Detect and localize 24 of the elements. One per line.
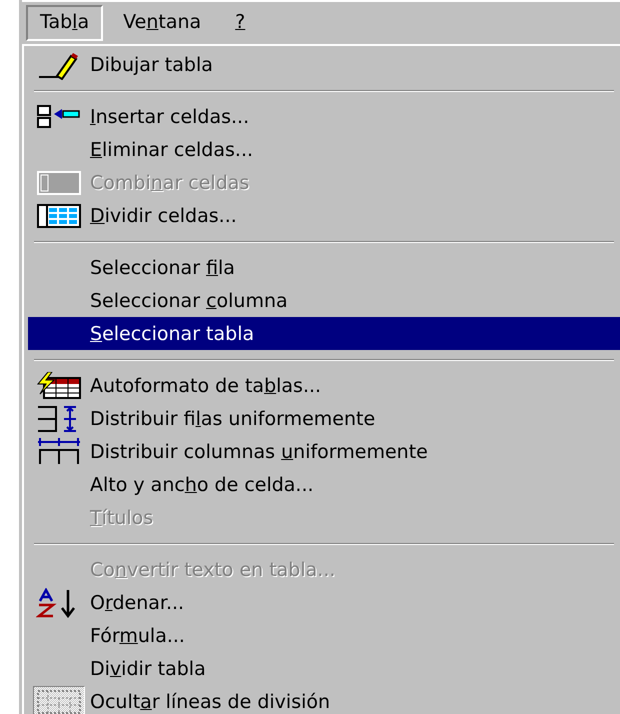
- menu-bar-item[interactable]: ?: [221, 5, 260, 41]
- menu-item[interactable]: Distribuir columnas uniformemente: [28, 435, 620, 468]
- merge-cells-icon: [36, 170, 82, 196]
- menu-item[interactable]: Autoformato de tablas...: [28, 369, 620, 402]
- gridlines-icon: [36, 688, 82, 714]
- menu-item[interactable]: Fórmula...: [28, 619, 620, 652]
- menu-item[interactable]: Eliminar celdas...: [28, 133, 620, 166]
- menu-bar-item[interactable]: Tabla: [26, 5, 104, 41]
- insert-cells-icon: [36, 104, 82, 130]
- menu-item[interactable]: Ocultar líneas de división: [28, 685, 620, 714]
- menu-item[interactable]: Dividir tabla: [28, 652, 620, 685]
- menu-item[interactable]: Dibujar tabla: [28, 48, 620, 81]
- split-cells-icon: [36, 202, 82, 228]
- menu-item[interactable]: Distribuir filas uniformemente: [28, 402, 620, 435]
- menu-item[interactable]: Insertar celdas...: [28, 100, 620, 133]
- table-autoformat-icon: [36, 372, 82, 400]
- menu-item[interactable]: Seleccionar columna: [28, 284, 620, 317]
- menu-bar-item[interactable]: Ventana: [109, 5, 216, 41]
- menu-item[interactable]: Seleccionar tabla: [28, 317, 620, 350]
- distribute-columns-icon: [36, 438, 82, 466]
- menu-item[interactable]: Alto y ancho de celda...: [28, 468, 620, 501]
- menu-item[interactable]: Dividir celdas...: [28, 199, 620, 232]
- menu-item[interactable]: Seleccionar fila: [28, 251, 620, 284]
- menu-item[interactable]: Ordenar...: [28, 586, 620, 619]
